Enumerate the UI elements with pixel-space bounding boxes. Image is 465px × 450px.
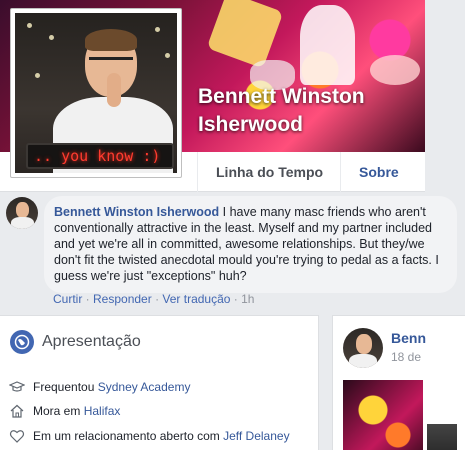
city-link[interactable]: Halifax (84, 404, 121, 418)
cover-art-shape (300, 5, 355, 85)
post-author-link[interactable]: Benn (391, 330, 426, 346)
tab-timeline[interactable]: Linha do Tempo (197, 152, 341, 192)
comment-author-link[interactable]: Bennett Winston Isherwood (54, 205, 219, 219)
partner-link[interactable]: Jeff Delaney (223, 429, 290, 443)
home-icon (9, 403, 25, 423)
intro-item-relationship: Em um relacionamento aberto com Jeff Del… (9, 428, 319, 444)
separator: · (230, 292, 242, 306)
separator: · (82, 292, 94, 306)
graduation-cap-icon (8, 379, 26, 399)
comment-timestamp[interactable]: 1h (241, 292, 254, 306)
profile-photo: .. you know :) (15, 13, 177, 173)
post-author-avatar[interactable] (343, 328, 383, 368)
intro-item-text: Frequentou (33, 380, 98, 394)
intro-title: Apresentação (42, 333, 141, 350)
see-translation-link[interactable]: Ver tradução (162, 292, 230, 306)
profile-picture[interactable]: .. you know :) (10, 8, 182, 178)
intro-item-education: Frequentou Sydney Academy (8, 379, 309, 395)
cover-art-shape (370, 55, 420, 85)
comment-avatar[interactable] (6, 197, 38, 229)
post-image[interactable] (427, 424, 457, 450)
intro-item-text: Mora em (33, 404, 84, 418)
heart-icon (9, 428, 25, 448)
tab-about[interactable]: Sobre (340, 152, 417, 192)
reply-button[interactable]: Responder (93, 292, 152, 306)
like-button[interactable]: Curtir (53, 292, 82, 306)
globe-icon (10, 330, 34, 354)
cover-art-shape (206, 0, 284, 69)
comment-bubble: Bennett Winston Isherwood I have many ma… (44, 196, 457, 293)
post-card: Benn 18 de (332, 315, 465, 450)
post-timestamp[interactable]: 18 de (391, 350, 421, 364)
intro-item-text: Em um relacionamento aberto com (33, 429, 224, 443)
post-image[interactable] (343, 380, 423, 450)
led-sign: .. you know :) (26, 143, 174, 169)
separator: · (151, 292, 163, 306)
comment-actions: Curtir · Responder · Ver tradução · 1h (53, 292, 254, 306)
profile-name[interactable]: Bennett Winston Isherwood (198, 83, 408, 139)
intro-item-residence: Mora em Halifax (9, 403, 309, 419)
school-link[interactable]: Sydney Academy (98, 380, 191, 394)
